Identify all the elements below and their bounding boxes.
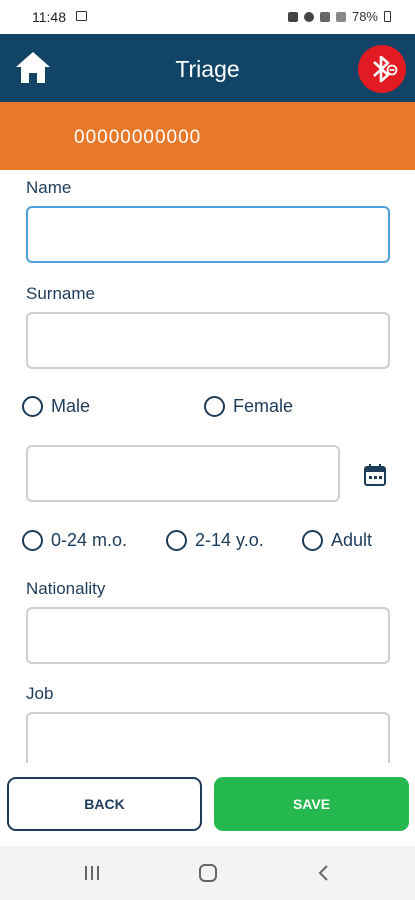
- birth-date-field[interactable]: [26, 445, 340, 502]
- name-field[interactable]: [26, 206, 390, 263]
- surname-label: Surname: [26, 284, 95, 303]
- recents-button[interactable]: [78, 859, 106, 887]
- gender-male-label: Male: [51, 396, 91, 416]
- status-time: 11:48: [32, 9, 66, 25]
- age-child-radio[interactable]: 2-14 y.o.: [166, 530, 264, 551]
- name-label: Name: [26, 178, 72, 197]
- radio-circle: [22, 396, 43, 417]
- image-icon: [76, 11, 87, 21]
- age-adult-radio[interactable]: Adult: [302, 530, 372, 551]
- nationality-label: Nationality: [26, 579, 106, 598]
- radio-circle: [166, 530, 187, 551]
- status-icons: 78%: [287, 9, 391, 24]
- calendar-icon: [364, 464, 386, 486]
- radio-circle: [204, 396, 225, 417]
- recents-icon: [85, 866, 99, 880]
- back-button[interactable]: BACK: [7, 777, 202, 831]
- patient-id-banner: 00000000000: [0, 102, 415, 170]
- job-label: Job: [26, 684, 54, 703]
- action-bar: BACK SAVE: [0, 763, 415, 846]
- bluetooth-button[interactable]: [358, 45, 406, 93]
- date-picker-button[interactable]: [362, 462, 388, 488]
- age-adult-label: Adult: [331, 530, 373, 550]
- radio-circle: [302, 530, 323, 551]
- radio-circle: [22, 530, 43, 551]
- age-child-label: 2-14 y.o.: [195, 530, 264, 550]
- gender-male-radio[interactable]: Male: [22, 396, 90, 417]
- gender-female-label: Female: [233, 396, 294, 416]
- system-nav-bar: [0, 846, 415, 900]
- signal-icon: [335, 11, 346, 22]
- battery-icon: [384, 11, 391, 22]
- bluetooth-disconnected-icon: [373, 55, 398, 83]
- status-bar: 11:48 78%: [0, 0, 415, 34]
- home-nav-icon: [199, 864, 217, 882]
- home-nav-button[interactable]: [194, 859, 222, 887]
- wifi-icon: [319, 11, 330, 22]
- age-infant-radio[interactable]: 0-24 m.o.: [22, 530, 127, 551]
- patient-id: 00000000000: [74, 127, 202, 148]
- battery-percent: 78%: [351, 9, 378, 24]
- app-bar: Triage: [0, 34, 415, 102]
- back-nav-icon: [318, 865, 328, 881]
- location-icon: [303, 11, 314, 22]
- gender-female-radio[interactable]: Female: [204, 396, 293, 417]
- save-button[interactable]: SAVE: [214, 777, 409, 831]
- nationality-field[interactable]: [26, 607, 390, 664]
- mute-icon: [287, 11, 298, 22]
- surname-field[interactable]: [26, 312, 390, 369]
- page-title: Triage: [175, 56, 240, 82]
- age-infant-label: 0-24 m.o.: [51, 530, 128, 550]
- job-field[interactable]: [26, 712, 390, 769]
- back-nav-button[interactable]: [310, 859, 338, 887]
